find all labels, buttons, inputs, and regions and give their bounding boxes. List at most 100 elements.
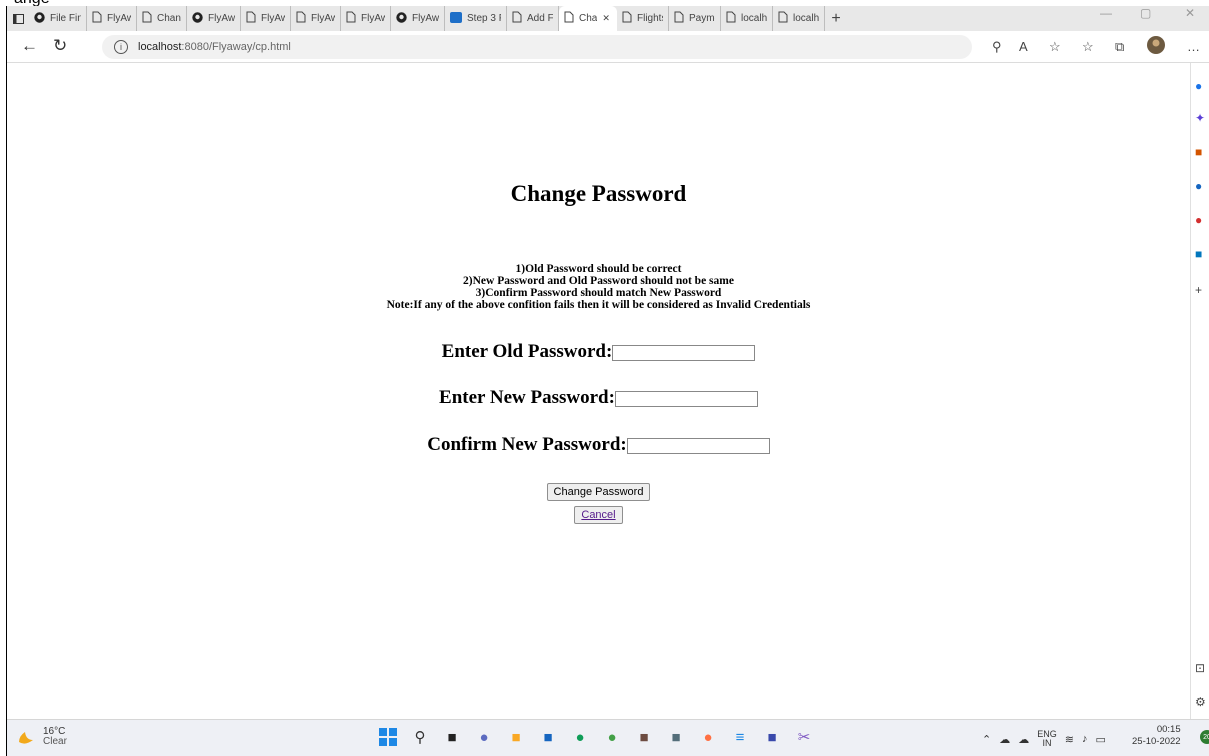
- tab-13[interactable]: Paymen: [669, 6, 721, 31]
- tab-title: Add Flig: [527, 13, 553, 24]
- clock-date: 25-10-2022: [1132, 736, 1181, 747]
- clock-time: 00:15: [1156, 724, 1181, 735]
- tab-14[interactable]: localhos: [721, 6, 773, 31]
- info-icon[interactable]: i: [114, 40, 128, 54]
- search-icon[interactable]: ⚲: [409, 726, 431, 748]
- tab-title: localhos: [741, 13, 767, 24]
- cancel-button[interactable]: Cancel: [574, 506, 623, 524]
- wifi-icon[interactable]: ≋: [1065, 733, 1074, 746]
- office-icon[interactable]: ●: [1195, 213, 1202, 227]
- rule-note: Note:If any of the above confition fails…: [386, 299, 811, 311]
- confirm-password-input[interactable]: [626, 437, 770, 454]
- tab-title: Change: [157, 13, 181, 24]
- terminal-icon[interactable]: ■: [761, 726, 783, 748]
- language-indicator[interactable]: ENG IN: [1037, 730, 1057, 748]
- old-password-input[interactable]: [612, 344, 756, 361]
- people-icon[interactable]: ●: [1195, 179, 1202, 193]
- new-password-input[interactable]: [614, 390, 758, 407]
- shopping-icon[interactable]: ■: [1195, 145, 1202, 159]
- file-explorer-icon[interactable]: ■: [505, 726, 527, 748]
- onedrive-icon[interactable]: ☁: [1018, 733, 1029, 746]
- notepad-icon[interactable]: ≡: [729, 726, 751, 748]
- snipping-tool-icon[interactable]: ✂: [793, 726, 815, 748]
- battery-icon[interactable]: ▭: [1095, 733, 1105, 746]
- weather-widget[interactable]: 16°C Clear: [15, 727, 67, 747]
- old-password-row: Enter Old Password:: [7, 341, 1190, 363]
- tab-8[interactable]: FlyAway: [391, 6, 445, 31]
- tab-4[interactable]: FlyAway: [187, 6, 241, 31]
- page-icon: [778, 11, 788, 26]
- tab-title: Paymen: [689, 13, 715, 24]
- task-view-icon[interactable]: ■: [441, 726, 463, 748]
- tab-5[interactable]: FlyAway: [241, 6, 291, 31]
- app-icon: [450, 11, 462, 26]
- search-sidebar-icon[interactable]: ●: [1195, 79, 1202, 93]
- tab-title: FlyAway: [311, 13, 335, 24]
- tab-actions-icon[interactable]: [7, 6, 29, 31]
- close-window-icon[interactable]: ✕: [1185, 6, 1195, 20]
- chrome-icon[interactable]: ●: [697, 726, 719, 748]
- settings-gear-icon[interactable]: ⚙: [1195, 695, 1206, 709]
- cloud-icon[interactable]: ☁: [999, 733, 1010, 746]
- add-sidebar-icon[interactable]: +: [1195, 283, 1202, 297]
- volume-icon[interactable]: ♪: [1082, 733, 1088, 745]
- tab-3[interactable]: Change: [137, 6, 187, 31]
- address-bar[interactable]: i localhost:8080/Flyaway/cp.html: [102, 35, 972, 59]
- tab-strip: File Finc FlyAway Change FlyAway FlyAway FlyA…: [7, 6, 1209, 31]
- tab-title: Cha: [579, 13, 598, 24]
- tab-15[interactable]: localhos: [773, 6, 825, 31]
- favorites-icon[interactable]: ☆: [1082, 39, 1094, 55]
- maximize-icon[interactable]: ▢: [1140, 6, 1151, 20]
- github-icon: [396, 11, 407, 26]
- more-menu-icon[interactable]: …: [1187, 39, 1200, 54]
- old-password-label: Enter Old Password:: [441, 341, 613, 362]
- eclipse-icon[interactable]: ●: [601, 726, 623, 748]
- tab-title: FlyAway: [107, 13, 131, 24]
- url-text: localhost:8080/Flyaway/cp.html: [138, 41, 291, 53]
- back-arrow-icon[interactable]: ←: [21, 36, 38, 56]
- windows-start-icon[interactable]: [377, 726, 399, 748]
- collections-icon[interactable]: ⧉: [1115, 39, 1124, 55]
- refresh-icon[interactable]: ↻: [53, 36, 67, 56]
- page-icon: [142, 11, 152, 26]
- rule-1: 1)Old Password should be correct: [515, 263, 682, 275]
- taskbar-apps: ⚲ ■ ● ■ ■ ● ● ■ ■ ● ≡ ■ ✂: [377, 726, 815, 748]
- clock[interactable]: 00:15 25-10-2022: [1132, 724, 1181, 748]
- notification-badge[interactable]: 20: [1200, 730, 1209, 744]
- page-icon: [622, 11, 632, 26]
- chat-icon[interactable]: ●: [473, 726, 495, 748]
- edge-browser-icon[interactable]: ●: [569, 726, 591, 748]
- app-icon-brown[interactable]: ■: [633, 726, 655, 748]
- rule-3: 3)Confirm Password should match New Pass…: [475, 287, 722, 299]
- tab-11[interactable]: Cha ✕: [559, 6, 617, 31]
- app-icon-photos[interactable]: ■: [665, 726, 687, 748]
- close-tab-icon[interactable]: ✕: [602, 13, 610, 24]
- new-tab-button[interactable]: +: [825, 10, 847, 28]
- change-password-button[interactable]: Change Password: [546, 483, 651, 501]
- tab-12[interactable]: Flights l: [617, 6, 669, 31]
- page-title: Change Password: [510, 181, 687, 206]
- tab-6[interactable]: FlyAway: [291, 6, 341, 31]
- search-key-icon[interactable]: ⚲: [992, 39, 1002, 55]
- minimize-icon[interactable]: —: [1100, 6, 1112, 20]
- tab-2[interactable]: FlyAway: [87, 6, 137, 31]
- outlook-icon[interactable]: ■: [1195, 247, 1202, 261]
- tray-chevron-icon[interactable]: ⌃: [982, 733, 991, 746]
- discover-icon[interactable]: ✦: [1195, 111, 1205, 125]
- tab-10[interactable]: Add Flig: [507, 6, 559, 31]
- profile-avatar[interactable]: [1147, 36, 1165, 57]
- read-aloud-icon[interactable]: A: [1019, 39, 1028, 54]
- password-rules: 1)Old Password should be correct 2)New P…: [7, 263, 1190, 311]
- new-password-label: Enter New Password:: [439, 387, 615, 408]
- sidebar-layout-icon[interactable]: ⊡: [1195, 661, 1205, 675]
- github-icon: [192, 11, 203, 26]
- cancel-link[interactable]: Cancel: [581, 509, 615, 521]
- confirm-password-label: Confirm New Password:: [427, 434, 627, 455]
- tab-7[interactable]: FlyAway: [341, 6, 391, 31]
- tab-1[interactable]: File Finc: [29, 6, 87, 31]
- confirm-password-row: Confirm New Password:: [7, 434, 1190, 456]
- add-favorite-icon[interactable]: ☆: [1049, 39, 1061, 55]
- tab-title: FlyAway: [412, 13, 439, 24]
- store-icon[interactable]: ■: [537, 726, 559, 748]
- tab-9[interactable]: Step 3 F: [445, 6, 507, 31]
